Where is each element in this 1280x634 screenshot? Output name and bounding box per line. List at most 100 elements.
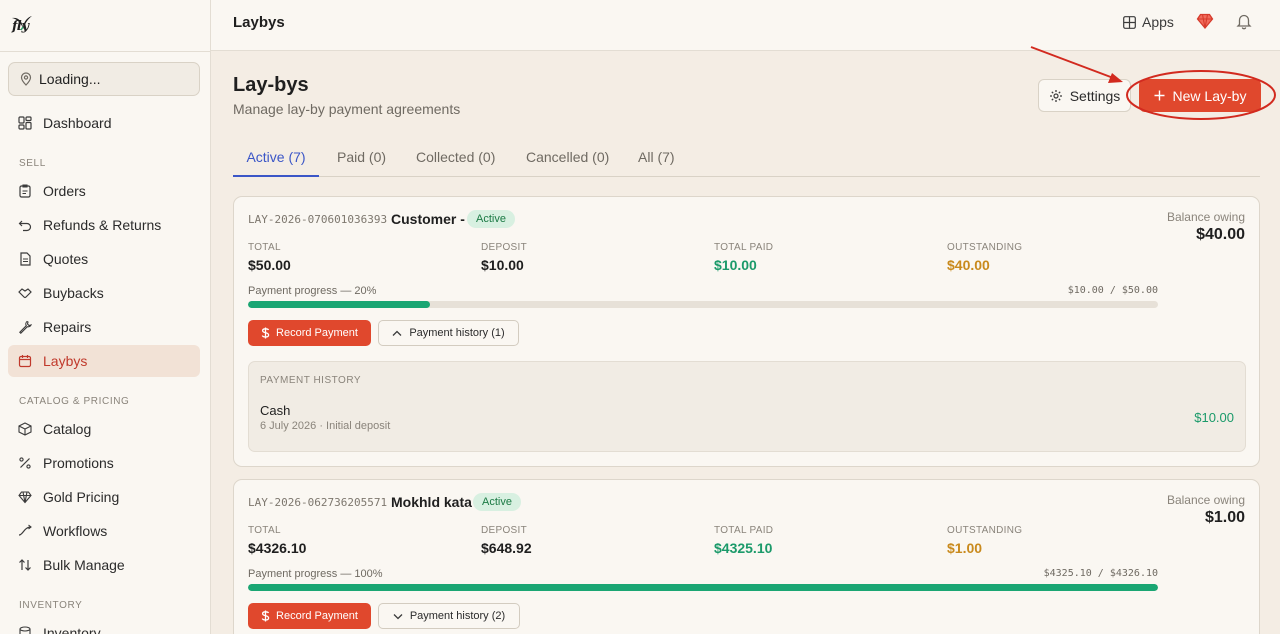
payment-history-toggle[interactable]: Payment history (2) bbox=[378, 603, 520, 629]
sidebar-item-label: Quotes bbox=[43, 251, 89, 267]
layby-card: LAY-2026-070601036393 Customer - Active … bbox=[233, 196, 1260, 467]
status-badge: Active bbox=[467, 210, 515, 228]
payment-history-label: Payment history (1) bbox=[409, 327, 505, 339]
tab-active[interactable]: Active (7) bbox=[233, 143, 319, 177]
record-payment-label: Record Payment bbox=[276, 327, 358, 339]
sidebar-item-inventory[interactable]: Inventory bbox=[8, 617, 200, 634]
customer-name: Mokhld kata bbox=[391, 494, 472, 510]
sidebar-item-orders[interactable]: Orders bbox=[8, 175, 200, 207]
sort-arrows-icon bbox=[19, 559, 31, 571]
tab-collected[interactable]: Collected (0) bbox=[416, 143, 495, 177]
location-label: Loading... bbox=[39, 71, 101, 87]
annotation-arrow bbox=[1030, 46, 1117, 80]
gem-icon[interactable] bbox=[1196, 12, 1214, 30]
payment-history-title: PAYMENT HISTORY bbox=[260, 375, 362, 386]
gem-icon bbox=[18, 491, 32, 504]
dashboard-icon bbox=[18, 116, 32, 130]
stat-label-deposit: DEPOSIT bbox=[481, 242, 527, 253]
database-icon bbox=[19, 626, 31, 634]
status-badge: Active bbox=[473, 493, 521, 511]
sidebar-item-label: Gold Pricing bbox=[43, 489, 120, 505]
new-layby-button[interactable]: New Lay-by bbox=[1139, 79, 1261, 112]
sidebar-item-catalog[interactable]: Catalog bbox=[8, 413, 200, 445]
progress-amount: $10.00 / $50.00 bbox=[1067, 285, 1158, 296]
sidebar-item-label: Laybys bbox=[43, 353, 88, 369]
balance-label: Balance owing bbox=[1166, 493, 1245, 507]
balance-value: $1.00 bbox=[1204, 509, 1245, 526]
sidebar-item-bulk-manage[interactable]: Bulk Manage bbox=[8, 549, 200, 581]
sidebar-item-promotions[interactable]: Promotions bbox=[8, 447, 200, 479]
sidebar-item-workflows[interactable]: Workflows bbox=[8, 515, 200, 547]
payment-method: Cash bbox=[260, 403, 291, 418]
clipboard-icon bbox=[19, 184, 31, 198]
grid-icon bbox=[1123, 15, 1136, 29]
sidebar-item-gold-pricing[interactable]: Gold Pricing bbox=[8, 481, 200, 513]
chevron-down-icon bbox=[393, 613, 403, 619]
sidebar-item-laybys[interactable]: Laybys bbox=[8, 345, 200, 377]
progress-label: Payment progress — 100% bbox=[248, 568, 383, 580]
dollar-icon bbox=[261, 327, 270, 339]
progress-fill bbox=[248, 301, 430, 308]
record-payment-button[interactable]: Record Payment bbox=[248, 603, 371, 629]
sidebar-section-catalog: CATALOG & PRICING bbox=[19, 396, 130, 407]
progress-fill bbox=[248, 584, 1158, 591]
dollar-icon bbox=[261, 610, 270, 622]
payment-history-panel: PAYMENT HISTORY Cash 6 July 2026 · Initi… bbox=[248, 361, 1246, 452]
payment-amount: $10.00 bbox=[1194, 410, 1234, 425]
progress-bar bbox=[248, 301, 1158, 308]
sidebar-item-label: Dashboard bbox=[43, 115, 112, 131]
sidebar-item-quotes[interactable]: Quotes bbox=[8, 243, 200, 275]
sidebar-item-label: Inventory bbox=[43, 625, 101, 634]
page-subtitle: Manage lay-by payment agreements bbox=[233, 101, 461, 117]
stat-label-outstanding: OUTSTANDING bbox=[947, 242, 1023, 253]
percent-icon bbox=[19, 457, 31, 469]
progress-amount: $4325.10 / $4326.10 bbox=[1043, 568, 1158, 579]
stat-label-total: TOTAL bbox=[248, 242, 281, 253]
sidebar-item-buybacks[interactable]: Buybacks bbox=[8, 277, 200, 309]
undo-icon bbox=[18, 220, 32, 232]
stat-value-total: $4326.10 bbox=[248, 540, 307, 556]
stat-value-deposit: $10.00 bbox=[481, 257, 524, 273]
balance-value: $40.00 bbox=[1196, 226, 1245, 243]
tab-all[interactable]: All (7) bbox=[638, 143, 675, 177]
logo-text: fly bbox=[12, 19, 30, 34]
sidebar-item-label: Workflows bbox=[43, 523, 108, 539]
status-tabs: Active (7) Paid (0) Collected (0) Cancel… bbox=[233, 143, 1260, 177]
calendar-icon bbox=[18, 355, 32, 368]
gear-icon bbox=[1049, 89, 1062, 102]
settings-button[interactable]: Settings bbox=[1038, 79, 1131, 112]
sidebar-item-dashboard[interactable]: Dashboard bbox=[8, 107, 200, 139]
layby-card: LAY-2026-062736205571 Mokhld kata Active… bbox=[233, 479, 1260, 634]
layby-reference: LAY-2026-070601036393 bbox=[248, 213, 388, 226]
handshake-icon bbox=[18, 288, 32, 299]
box-icon bbox=[18, 422, 32, 436]
customer-name: Customer - bbox=[391, 211, 465, 227]
sidebar-item-label: Repairs bbox=[43, 319, 92, 335]
sidebar-item-label: Buybacks bbox=[43, 285, 104, 301]
sidebar-item-label: Bulk Manage bbox=[43, 557, 125, 573]
payment-meta: 6 July 2026 · Initial deposit bbox=[260, 420, 391, 432]
divider bbox=[0, 51, 211, 52]
apps-button[interactable]: Apps bbox=[1123, 14, 1174, 30]
wrench-icon bbox=[19, 320, 32, 334]
top-bar: Laybys Apps bbox=[211, 0, 1280, 51]
layby-reference: LAY-2026-062736205571 bbox=[248, 496, 388, 509]
sidebar-item-repairs[interactable]: Repairs bbox=[8, 311, 200, 343]
payment-history-toggle[interactable]: Payment history (1) bbox=[378, 320, 519, 346]
plus-icon bbox=[1154, 90, 1165, 101]
apps-label: Apps bbox=[1142, 14, 1174, 30]
document-icon bbox=[20, 252, 31, 266]
tab-paid[interactable]: Paid (0) bbox=[337, 143, 386, 177]
bell-icon[interactable] bbox=[1235, 12, 1253, 30]
sidebar-section-inventory: INVENTORY bbox=[19, 600, 83, 611]
stat-value-deposit: $648.92 bbox=[481, 540, 532, 556]
sidebar-item-refunds[interactable]: Refunds & Returns bbox=[8, 209, 200, 241]
sidebar-item-label: Catalog bbox=[43, 421, 92, 437]
record-payment-button[interactable]: Record Payment bbox=[248, 320, 371, 346]
location-selector[interactable]: Loading... bbox=[8, 62, 200, 96]
tab-cancelled[interactable]: Cancelled (0) bbox=[526, 143, 609, 177]
settings-label: Settings bbox=[1069, 87, 1121, 104]
header-title: Laybys bbox=[233, 14, 285, 31]
sidebar: fly Loading... Dashboard SELL Orders Ref… bbox=[0, 0, 211, 634]
sidebar-section-sell: SELL bbox=[19, 158, 46, 169]
